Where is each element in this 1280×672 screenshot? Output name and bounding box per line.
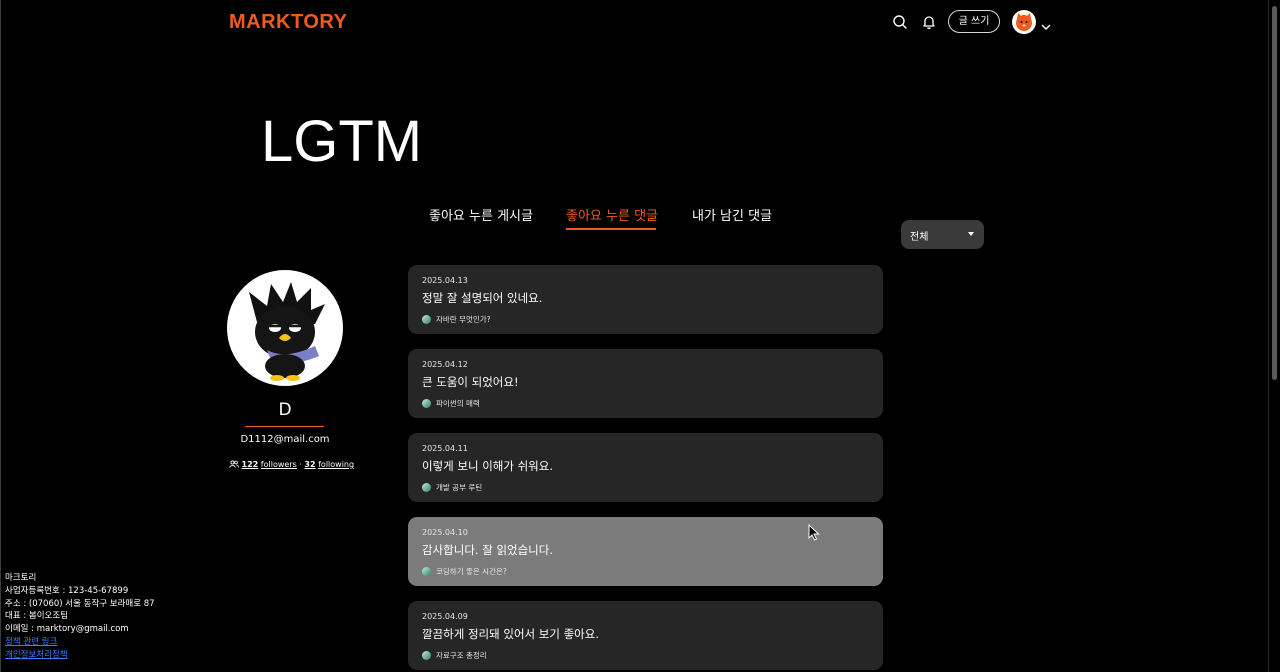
- footer: 마크토리 사업자등록번호 : 123-45-67899 주소 : (07060)…: [5, 572, 155, 662]
- scrollbar-thumb[interactable]: [1272, 6, 1277, 380]
- comment-card[interactable]: 2025.04.12 큰 도움이 되었어요! 파이썬의 매력: [408, 349, 883, 418]
- comment-card[interactable]: 2025.04.13 정말 잘 설명되어 있네요. 자바란 무엇인가?: [408, 265, 883, 334]
- footer-address: 주소 : (07060) 서울 동작구 보라매로 87: [5, 598, 155, 609]
- comment-post-link[interactable]: 자바란 무엇인가?: [422, 314, 491, 325]
- profile-name: D: [278, 400, 292, 420]
- post-thumbnail-icon: [422, 315, 431, 324]
- logo[interactable]: MARKTORY: [229, 11, 347, 34]
- comment-text: 깔끔하게 정리돼 있어서 보기 좋아요.: [422, 627, 599, 641]
- bell-icon[interactable]: [921, 14, 937, 30]
- footer-company: 마크토리: [5, 573, 37, 583]
- comment-date: 2025.04.13: [422, 276, 468, 285]
- name-divider: [245, 426, 324, 427]
- write-button[interactable]: 글 쓰기: [948, 10, 1000, 33]
- post-thumbnail-icon: [422, 399, 431, 408]
- post-title: 개발 공부 루틴: [436, 483, 483, 492]
- profile-avatar: [227, 270, 343, 386]
- mouse-cursor-icon: [808, 523, 820, 545]
- comment-text: 큰 도움이 되었어요!: [422, 375, 519, 389]
- following-count: 32: [304, 460, 316, 469]
- caret-down-icon: [968, 232, 974, 236]
- profile-email: D1112@mail.com: [240, 434, 330, 445]
- followers-label: followers: [260, 460, 297, 469]
- post-title: 자료구조 총정리: [436, 651, 487, 660]
- footer-policy-link[interactable]: 정책 관련 링크: [5, 636, 155, 649]
- following-label: following: [318, 460, 355, 469]
- footer-privacy-link[interactable]: 개인정보처리정책: [5, 649, 155, 662]
- stats-separator: ·: [299, 460, 302, 469]
- tab-liked-posts[interactable]: 좋아요 누른 게시글: [429, 205, 533, 224]
- comment-card[interactable]: 2025.04.09 깔끔하게 정리돼 있어서 보기 좋아요. 자료구조 총정리: [408, 601, 883, 670]
- comment-card[interactable]: 2025.04.11 이렇게 보니 이해가 쉬워요. 개발 공부 루틴: [408, 433, 883, 502]
- following-link[interactable]: 32 following: [304, 460, 354, 469]
- chevron-down-icon[interactable]: [1041, 16, 1051, 35]
- search-icon[interactable]: [892, 14, 908, 30]
- comment-post-link[interactable]: 개발 공부 루틴: [422, 482, 482, 493]
- footer-ceo: 대표 : 봄이오조팀: [5, 611, 69, 622]
- follow-stats: 122 followers · 32 following: [229, 460, 354, 469]
- comment-post-link[interactable]: 자료구조 총정리: [422, 650, 487, 661]
- post-title: 코딩하기 좋은 시간은?: [436, 567, 507, 576]
- people-icon: [229, 460, 242, 469]
- post-title: 파이썬의 매력: [436, 399, 480, 408]
- post-thumbnail-icon: [422, 567, 431, 576]
- comment-text: 정말 잘 설명되어 있네요.: [422, 291, 543, 305]
- comment-text: 감사합니다. 잘 읽었습니다.: [422, 543, 554, 557]
- comment-text: 이렇게 보니 이해가 쉬워요.: [422, 459, 554, 473]
- followers-count: 122: [241, 460, 259, 469]
- comment-date: 2025.04.12: [422, 360, 468, 369]
- footer-biz-no: 사업자등록번호 : 123-45-67899: [5, 585, 129, 596]
- filter-selected: 전체: [910, 232, 929, 243]
- comment-date: 2025.04.09: [422, 612, 468, 621]
- comment-post-link[interactable]: 파이썬의 매력: [422, 398, 480, 409]
- tab-liked-comments[interactable]: 좋아요 누른 댓글: [566, 205, 658, 224]
- post-title: 자바란 무엇인가?: [436, 315, 491, 324]
- post-thumbnail-icon: [422, 483, 431, 492]
- comment-post-link[interactable]: 코딩하기 좋은 시간은?: [422, 566, 507, 577]
- followers-link[interactable]: 122 followers: [242, 460, 297, 469]
- footer-email: 이메일 : marktory@gmail.com: [5, 624, 129, 635]
- filter-dropdown[interactable]: 전체: [901, 220, 984, 249]
- scrollbar[interactable]: [1268, 0, 1280, 672]
- post-thumbnail-icon: [422, 651, 431, 660]
- comment-date: 2025.04.10: [422, 528, 468, 537]
- page-title: LGTM: [261, 109, 423, 174]
- comment-date: 2025.04.11: [422, 444, 468, 453]
- user-avatar[interactable]: [1012, 10, 1036, 34]
- tab-my-comments[interactable]: 내가 남긴 댓글: [692, 205, 772, 224]
- active-tab-indicator: [566, 228, 656, 230]
